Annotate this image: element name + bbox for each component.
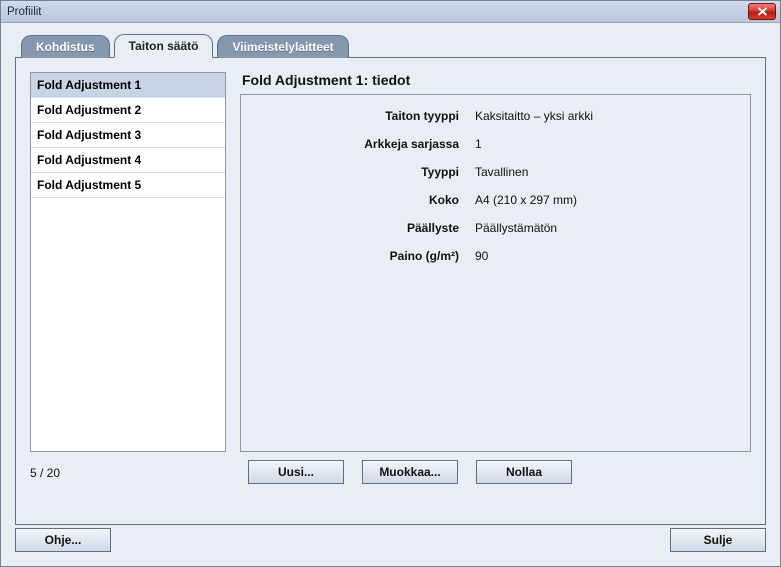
close-icon[interactable] (748, 3, 776, 20)
property-row: Taiton tyyppi Kaksitaitto – yksi arkki (255, 109, 736, 123)
property-label: Koko (255, 193, 475, 207)
help-button[interactable]: Ohje... (15, 528, 111, 552)
property-row: Tyyppi Tavallinen (255, 165, 736, 179)
list-item[interactable]: Fold Adjustment 3 (31, 123, 225, 148)
new-button[interactable]: Uusi... (248, 460, 344, 484)
property-label: Tyyppi (255, 165, 475, 179)
profile-counter: 5 / 20 (30, 466, 60, 480)
action-buttons: Uusi... Muokkaa... Nollaa (248, 460, 572, 484)
close-button[interactable]: Sulje (670, 528, 766, 552)
tab-viimeistelylaitteet[interactable]: Viimeistelylaitteet (217, 35, 348, 58)
property-value: Kaksitaitto – yksi arkki (475, 109, 736, 123)
detail-title: Fold Adjustment 1: tiedot (242, 72, 751, 88)
property-row: Päällyste Päällystämätön (255, 221, 736, 235)
reset-button[interactable]: Nollaa (476, 460, 572, 484)
list-item[interactable]: Fold Adjustment 4 (31, 148, 225, 173)
list-item[interactable]: Fold Adjustment 1 (31, 73, 225, 98)
property-value: 90 (475, 249, 736, 263)
property-row: Koko A4 (210 x 297 mm) (255, 193, 736, 207)
list-item[interactable]: Fold Adjustment 5 (31, 173, 225, 198)
property-value: A4 (210 x 297 mm) (475, 193, 736, 207)
property-label: Päällyste (255, 221, 475, 235)
property-value: 1 (475, 137, 736, 151)
detail-box: Taiton tyyppi Kaksitaitto – yksi arkki A… (240, 94, 751, 452)
tab-strip: Kohdistus Taiton säätö Viimeistelylaitte… (21, 35, 766, 57)
list-item[interactable]: Fold Adjustment 2 (31, 98, 225, 123)
property-value: Päällystämätön (475, 221, 736, 235)
tab-kohdistus[interactable]: Kohdistus (21, 35, 110, 58)
dialog-footer: Ohje... Sulje (15, 528, 766, 552)
property-value: Tavallinen (475, 165, 736, 179)
property-label: Paino (g/m²) (255, 249, 475, 263)
detail-area: Fold Adjustment 1: tiedot Taiton tyyppi … (240, 72, 751, 452)
property-label: Taiton tyyppi (255, 109, 475, 123)
profile-list[interactable]: Fold Adjustment 1 Fold Adjustment 2 Fold… (30, 72, 226, 452)
titlebar: Profiilit (1, 1, 780, 23)
tab-panel: Fold Adjustment 1 Fold Adjustment 2 Fold… (15, 57, 766, 525)
property-label: Arkkeja sarjassa (255, 137, 475, 151)
property-row: Paino (g/m²) 90 (255, 249, 736, 263)
property-row: Arkkeja sarjassa 1 (255, 137, 736, 151)
edit-button[interactable]: Muokkaa... (362, 460, 458, 484)
window-title: Profiilit (7, 6, 42, 18)
dialog-content: Kohdistus Taiton säätö Viimeistelylaitte… (1, 23, 780, 539)
tab-taiton-saato[interactable]: Taiton säätö (114, 34, 214, 58)
